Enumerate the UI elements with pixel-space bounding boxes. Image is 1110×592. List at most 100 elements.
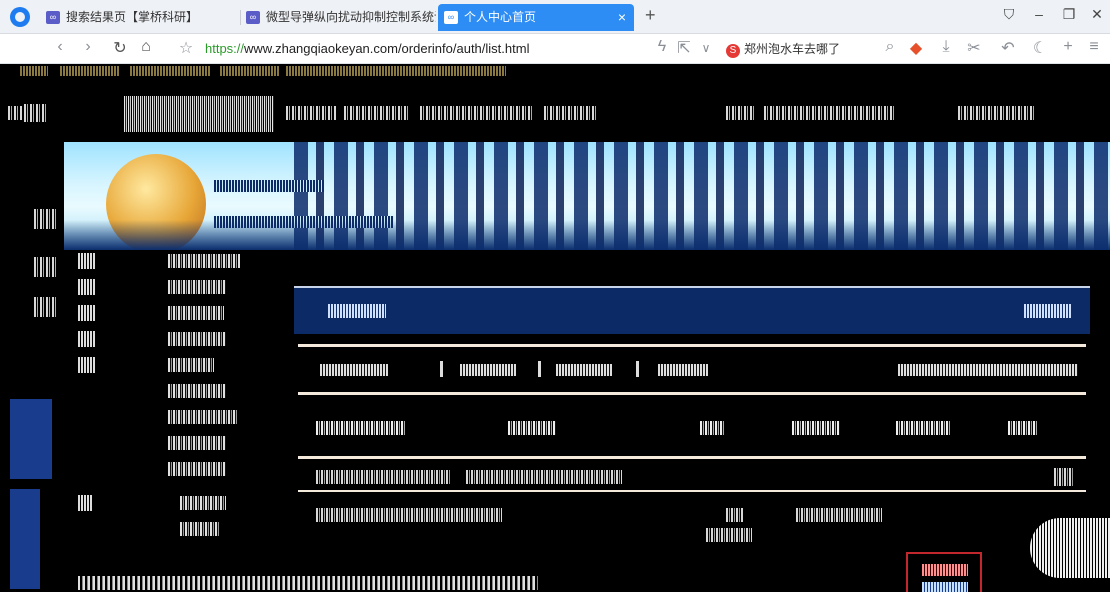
search-suggestion-text: 郑州泡水车去哪了 bbox=[744, 42, 841, 56]
order-number bbox=[316, 470, 450, 484]
header-link[interactable] bbox=[1024, 304, 1072, 318]
table-row[interactable] bbox=[294, 464, 1090, 490]
divider bbox=[298, 490, 1086, 492]
header-icon bbox=[24, 104, 46, 122]
sidebar-item-label bbox=[180, 522, 220, 536]
column-header bbox=[316, 420, 406, 436]
table-row[interactable] bbox=[294, 498, 1090, 558]
sidebar-item[interactable] bbox=[64, 380, 284, 404]
search-icon[interactable]: ⌕ bbox=[880, 38, 900, 56]
game-icon[interactable]: ◆ bbox=[906, 38, 926, 58]
sidebar-item-label bbox=[180, 496, 226, 510]
site-favicon-icon: ∞ bbox=[246, 11, 260, 24]
banner-mountains bbox=[64, 220, 1110, 250]
close-tab-icon[interactable]: × bbox=[618, 4, 626, 31]
filter-divider bbox=[538, 361, 541, 377]
filter-tab[interactable] bbox=[460, 358, 516, 380]
filter-tab[interactable] bbox=[556, 358, 612, 380]
undo-icon[interactable]: ↶ bbox=[998, 38, 1018, 58]
order-title[interactable] bbox=[466, 470, 622, 484]
divider bbox=[298, 344, 1086, 347]
skin-icon[interactable]: ⛉ bbox=[998, 6, 1020, 23]
rail-icon[interactable] bbox=[34, 297, 56, 317]
detail-link[interactable] bbox=[922, 582, 968, 592]
sidebar-item[interactable] bbox=[64, 328, 284, 352]
user-menu[interactable] bbox=[958, 106, 1036, 120]
browser-tab-strip: ∞ 搜索结果页【掌桥科研】 ∞ 微型导弹纵向扰动抑制控制系统设计- ∞ 个人中心… bbox=[0, 0, 1110, 34]
left-rail bbox=[0, 149, 64, 592]
menu-item-icon bbox=[78, 253, 96, 269]
sidebar-item[interactable] bbox=[64, 276, 284, 300]
menu-item-icon bbox=[78, 357, 96, 373]
sidebar-item[interactable] bbox=[64, 250, 284, 274]
tab-search-results[interactable]: ∞ 搜索结果页【掌桥科研】 bbox=[40, 4, 236, 31]
pay-link[interactable] bbox=[922, 564, 968, 576]
nav-link[interactable] bbox=[544, 106, 596, 120]
item-status bbox=[796, 508, 882, 522]
account-sidebar bbox=[64, 250, 284, 592]
tab-personal-center[interactable]: ∞ 个人中心首页 × bbox=[438, 4, 634, 31]
download-icon[interactable]: ⤓ bbox=[936, 38, 956, 56]
sidebar-item-label bbox=[168, 280, 226, 294]
site-favicon-icon: ∞ bbox=[444, 11, 458, 24]
sidebar-item[interactable] bbox=[64, 406, 284, 430]
nav-link[interactable] bbox=[726, 106, 754, 120]
nav-link[interactable] bbox=[344, 106, 408, 120]
moon-icon[interactable]: ☾ bbox=[1030, 38, 1050, 58]
sidebar-item-label bbox=[168, 384, 226, 398]
floating-service-widget[interactable] bbox=[1030, 518, 1110, 578]
plus-icon[interactable]: + bbox=[1058, 38, 1078, 56]
new-tab-button[interactable]: + bbox=[645, 5, 656, 26]
column-header bbox=[792, 420, 840, 436]
refresh-icon[interactable]: ↻ bbox=[110, 38, 130, 58]
tab-label: 个人中心首页 bbox=[464, 10, 537, 24]
rail-badge[interactable] bbox=[10, 399, 52, 479]
item-title[interactable] bbox=[316, 508, 502, 522]
sidebar-item[interactable] bbox=[64, 492, 284, 516]
sidebar-item[interactable] bbox=[64, 302, 284, 326]
sidebar-item-label bbox=[168, 436, 226, 450]
rail-badge[interactable] bbox=[10, 489, 40, 589]
rail-icon[interactable] bbox=[34, 257, 56, 277]
share-icon[interactable]: ⇱ bbox=[674, 38, 694, 58]
sidebar-item-label bbox=[168, 462, 226, 476]
forward-icon[interactable]: › bbox=[78, 38, 98, 56]
order-action-highlight[interactable] bbox=[906, 552, 982, 592]
restore-button[interactable]: ❐ bbox=[1058, 6, 1080, 23]
sidebar-item-label bbox=[168, 254, 240, 268]
address-bar[interactable]: https://www.zhangqiaokeyan.com/orderinfo… bbox=[205, 41, 529, 56]
back-icon[interactable]: ‹ bbox=[50, 38, 70, 56]
rail-icon[interactable] bbox=[34, 209, 56, 229]
row-toggle-icon[interactable] bbox=[1054, 468, 1074, 486]
url-text: www.zhangqiaokeyan.com/orderinfo/auth/li… bbox=[244, 41, 530, 56]
sidebar-item-label bbox=[168, 358, 214, 372]
item-quantity bbox=[726, 508, 744, 522]
search-suggestion[interactable]: S 郑州泡水车去哪了 bbox=[726, 40, 840, 58]
close-window-button[interactable]: ✕ bbox=[1086, 6, 1108, 23]
filter-tab[interactable] bbox=[658, 358, 708, 380]
filter-search[interactable] bbox=[898, 358, 1078, 380]
home-icon[interactable]: ⌂ bbox=[136, 38, 156, 56]
sogou-icon: S bbox=[726, 44, 740, 58]
nav-link[interactable] bbox=[420, 106, 532, 120]
filter-tab[interactable] bbox=[320, 358, 388, 380]
sidebar-item[interactable] bbox=[64, 354, 284, 378]
minimize-button[interactable]: – bbox=[1028, 6, 1050, 22]
star-icon[interactable]: ☆ bbox=[176, 38, 196, 58]
nav-link[interactable] bbox=[286, 106, 336, 120]
footer-text bbox=[78, 576, 538, 590]
browser-logo-icon[interactable] bbox=[10, 7, 30, 27]
site-logo[interactable] bbox=[124, 96, 274, 132]
banner-text bbox=[214, 180, 324, 192]
tab-missile-design[interactable]: ∞ 微型导弹纵向扰动抑制控制系统设计- bbox=[240, 4, 436, 31]
chevron-down-icon[interactable]: ∨ bbox=[696, 41, 716, 55]
scissors-icon[interactable]: ✂ bbox=[964, 38, 984, 58]
sidebar-item[interactable] bbox=[64, 432, 284, 456]
menu-icon[interactable]: ≡ bbox=[1084, 38, 1104, 56]
browser-toolbar: ‹ › ↻ ⌂ ☆ https://www.zhangqiaokeyan.com… bbox=[0, 34, 1110, 64]
sidebar-item[interactable] bbox=[64, 518, 284, 542]
filter-divider bbox=[440, 361, 443, 377]
lightning-icon[interactable]: ϟ bbox=[652, 38, 672, 56]
nav-link[interactable] bbox=[764, 106, 896, 120]
sidebar-item[interactable] bbox=[64, 458, 284, 482]
